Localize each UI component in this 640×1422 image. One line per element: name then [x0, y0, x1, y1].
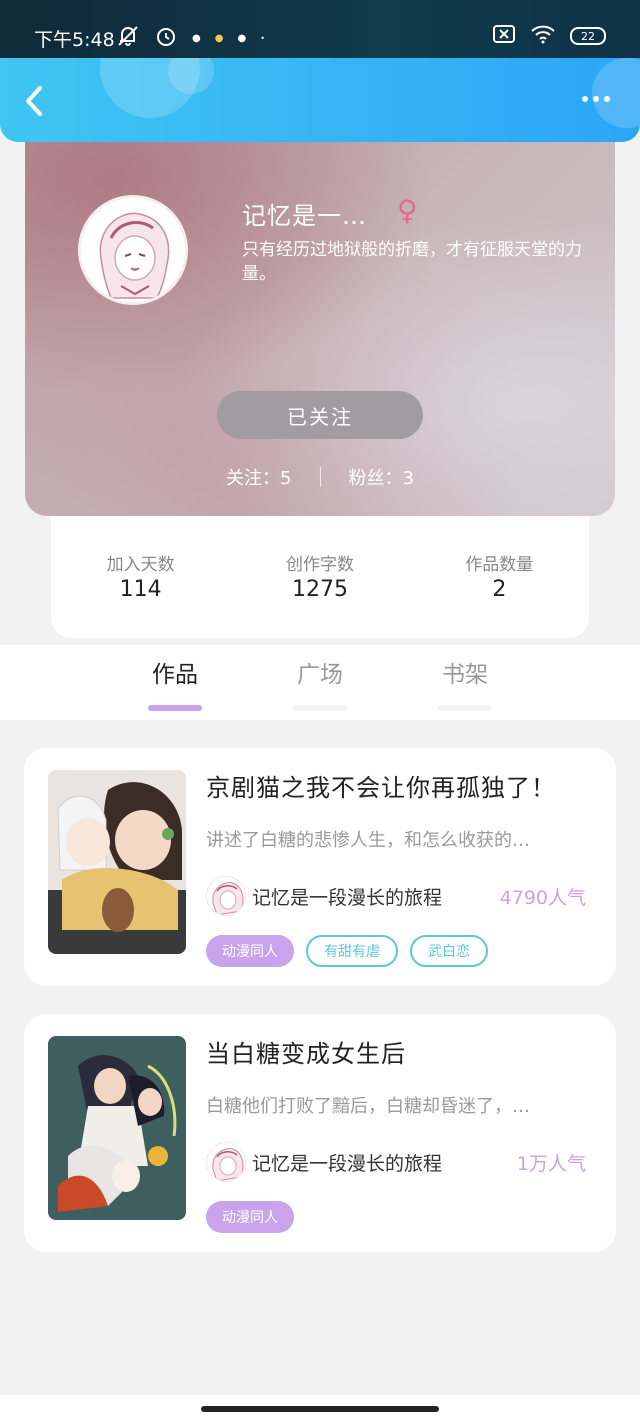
tag-list: 动漫同人	[206, 1201, 294, 1233]
stat-value: 1275	[291, 577, 348, 602]
home-indicator[interactable]	[201, 1406, 439, 1412]
stat-work-count: 作品数量 2	[429, 550, 569, 602]
tab-bar: 作品 广场 书架	[0, 645, 640, 720]
follow-button[interactable]: 已关注	[217, 391, 423, 439]
tag[interactable]: 动漫同人	[206, 1201, 294, 1233]
tab-label: 作品	[152, 662, 198, 688]
work-card[interactable]: 当白糖变成女生后 白糖他们打败了黯后，白糖却昏迷了，… 记忆是一段漫长的旅程 1…	[24, 1014, 616, 1252]
tab-indicator	[148, 705, 202, 711]
work-description: 白糖他们打败了黯后，白糖却昏迷了，…	[206, 1096, 530, 1117]
fans-count[interactable]: 粉丝：3	[349, 464, 414, 490]
profile-bio: 只有经历过地狱般的折磨，才有征服天堂的力量。	[242, 240, 582, 284]
popularity-count: 4790人气	[499, 887, 586, 909]
tab-indicator	[293, 705, 347, 711]
app-notification-icon: ●	[214, 32, 224, 44]
female-gender-icon: ♀	[397, 194, 418, 227]
app-notification-icon: ●	[192, 32, 201, 44]
stats-card: 加入天数 114 创作字数 1275 作品数量 2	[51, 516, 589, 638]
work-description: 讲述了白糖的悲惨人生，和怎么收获的…	[206, 830, 530, 851]
app-notification-icon: ●	[237, 32, 247, 44]
following-count[interactable]: 关注：5	[226, 464, 291, 490]
status-icons-right: 22	[492, 24, 606, 48]
profile-card: 记忆是一… ♀ 只有经历过地狱般的折磨，才有征服天堂的力量。 已关注 关注：5 …	[25, 142, 615, 516]
follow-stats: 关注：5 粉丝：3	[25, 464, 615, 490]
tab-works[interactable]: 作品	[130, 655, 220, 711]
sim-error-icon	[492, 24, 516, 48]
header-bar	[0, 58, 640, 142]
author-avatar[interactable]	[206, 1142, 246, 1182]
stat-value: 2	[492, 577, 507, 602]
profile-username: 记忆是一…	[242, 202, 367, 230]
tag[interactable]: 动漫同人	[206, 935, 294, 967]
more-notifications-dot: •	[260, 33, 265, 43]
work-cover-image[interactable]	[48, 1036, 186, 1220]
profile-avatar[interactable]	[78, 195, 188, 305]
more-dot-icon	[593, 96, 599, 102]
tab-label: 书架	[442, 662, 488, 688]
work-title[interactable]: 京剧猫之我不会让你再孤独了！	[206, 768, 556, 803]
author-row: 记忆是一段漫长的旅程 1万人气	[206, 1142, 586, 1182]
mute-icon	[116, 25, 140, 51]
tab-square[interactable]: 广场	[275, 655, 365, 711]
more-dot-icon	[604, 96, 610, 102]
stat-label: 加入天数	[106, 555, 175, 575]
tab-label: 广场	[297, 662, 343, 688]
author-avatar[interactable]	[206, 876, 246, 916]
popularity-count: 1万人气	[516, 1153, 586, 1175]
chevron-left-icon	[26, 86, 42, 116]
stat-value: 114	[119, 577, 162, 602]
alarm-icon	[154, 24, 178, 52]
stat-label: 作品数量	[465, 555, 534, 575]
status-time: 下午5:48	[34, 29, 115, 51]
stat-label: 创作字数	[285, 555, 354, 575]
more-options-button[interactable]	[582, 96, 610, 102]
author-name[interactable]: 记忆是一段漫长的旅程	[252, 883, 442, 910]
work-title[interactable]: 当白糖变成女生后	[206, 1034, 406, 1069]
tab-bookshelf[interactable]: 书架	[420, 655, 510, 711]
battery-icon: 22	[570, 27, 606, 45]
tag[interactable]: 有甜有虐	[306, 935, 398, 967]
stat-word-count: 创作字数 1275	[250, 550, 390, 602]
back-button[interactable]	[18, 84, 52, 118]
tag-list: 动漫同人 有甜有虐 武白恋	[206, 935, 488, 967]
work-card[interactable]: 京剧猫之我不会让你再孤独了！ 讲述了白糖的悲惨人生，和怎么收获的… 记忆是一段漫…	[24, 748, 616, 986]
stat-join-days: 加入天数 114	[71, 550, 211, 602]
author-name[interactable]: 记忆是一段漫长的旅程	[252, 1149, 442, 1176]
tag[interactable]: 武白恋	[410, 935, 488, 967]
tab-indicator	[438, 705, 492, 711]
status-bar: 下午5:48 ● ● ● • 22	[0, 0, 640, 58]
author-row: 记忆是一段漫长的旅程 4790人气	[206, 876, 586, 916]
divider	[319, 467, 321, 487]
work-cover-image[interactable]	[48, 770, 186, 954]
more-dot-icon	[582, 96, 588, 102]
status-icons-left: ● ● ● •	[116, 24, 265, 52]
wifi-icon	[530, 24, 556, 48]
